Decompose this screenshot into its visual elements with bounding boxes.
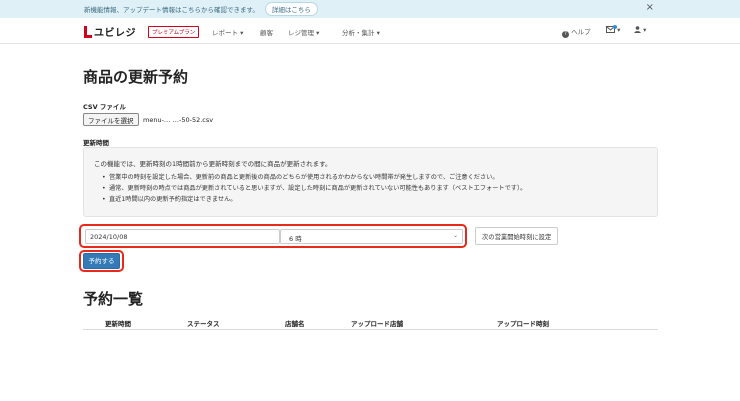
hour-select-value: 6 時 [289, 235, 302, 243]
nav-report[interactable]: レポート ▾ [212, 27, 243, 37]
banner-text: 新機能情報、アップデート情報はこちらから確認できます。 [84, 6, 259, 14]
user-caret: ▾ [643, 26, 647, 34]
mail-menu[interactable]: ▾ [606, 25, 621, 34]
csv-file-label: CSV ファイル [83, 103, 126, 111]
nav-register-management[interactable]: レジ管理 ▾ [288, 27, 319, 37]
reserve-button[interactable]: 予約する [83, 253, 120, 269]
notification-dot-icon [613, 25, 617, 29]
column-upload-store: アップロード店舗 [351, 320, 403, 328]
chevron-down-icon: ⌄ [452, 232, 458, 239]
mail-caret: ▾ [617, 26, 621, 34]
column-status: ステータス [187, 320, 220, 328]
reservation-table-header: 更新時間 ステータス 店舗名 アップロード店舗 アップロード時刻 [83, 318, 658, 330]
help-link[interactable]: ? ヘルプ [562, 26, 591, 38]
logo-text: ユビレジ [94, 28, 136, 39]
hour-select[interactable]: 6 時 ⌄ [280, 229, 463, 244]
column-store-name: 店舗名 [285, 320, 305, 328]
selected-file-name: menu-… …-50-52.csv [143, 116, 214, 124]
info-box: この機能では、更新時刻の1時間前から更新時刻までの間に商品が更新されます。 営業… [83, 147, 658, 217]
column-update-time: 更新時間 [105, 320, 131, 328]
choose-file-button[interactable]: ファイルを選択 [83, 113, 139, 126]
nav-analysis[interactable]: 分析・集計 ▾ [342, 27, 380, 37]
info-item: 営業中の時刻を設定した場合、更新前の商品と更新後の商品のどちらが使用されるかわか… [102, 172, 526, 183]
question-circle-icon: ? [562, 31, 569, 38]
logo-mark-icon [84, 25, 92, 38]
nav-customers[interactable]: 顧客 [260, 27, 273, 37]
close-icon[interactable]: × [646, 2, 654, 13]
premium-badge: プレミアムプラン [148, 26, 200, 38]
info-lead-text: この機能では、更新時刻の1時間前から更新時刻までの間に商品が更新されます。 [94, 160, 332, 168]
banner-details-link[interactable]: 詳細はこちら [264, 2, 318, 16]
help-label: ヘルプ [571, 28, 591, 36]
info-list: 営業中の時刻を設定した場合、更新前の商品と更新後の商品のどちらが使用されるかわか… [102, 172, 526, 205]
info-item: 通常、更新時刻の時点では商品が更新されていると思いますが、設定した時刻に商品が更… [102, 183, 526, 194]
info-item: 直近1時間以内の更新予約指定はできません。 [102, 194, 526, 205]
set-next-open-time-button[interactable]: 次の営業開始時刻に設定 [475, 227, 559, 245]
page-title: 商品の更新予約 [83, 68, 189, 86]
reservation-list-title: 予約一覧 [83, 290, 144, 308]
update-time-label: 更新時間 [83, 139, 109, 147]
logo[interactable]: ユビレジ [84, 24, 136, 39]
date-input[interactable]: 2024/10/08 [85, 229, 280, 244]
column-upload-time: アップロード時刻 [497, 320, 549, 328]
update-banner: 新機能情報、アップデート情報はこちらから確認できます。 詳細はこちら × [0, 0, 740, 18]
user-icon [634, 26, 641, 33]
navbar: ユビレジ プレミアムプラン レポート ▾ 顧客 レジ管理 ▾ 分析・集計 ▾ ?… [0, 18, 740, 44]
user-menu[interactable]: ▾ [634, 26, 646, 34]
